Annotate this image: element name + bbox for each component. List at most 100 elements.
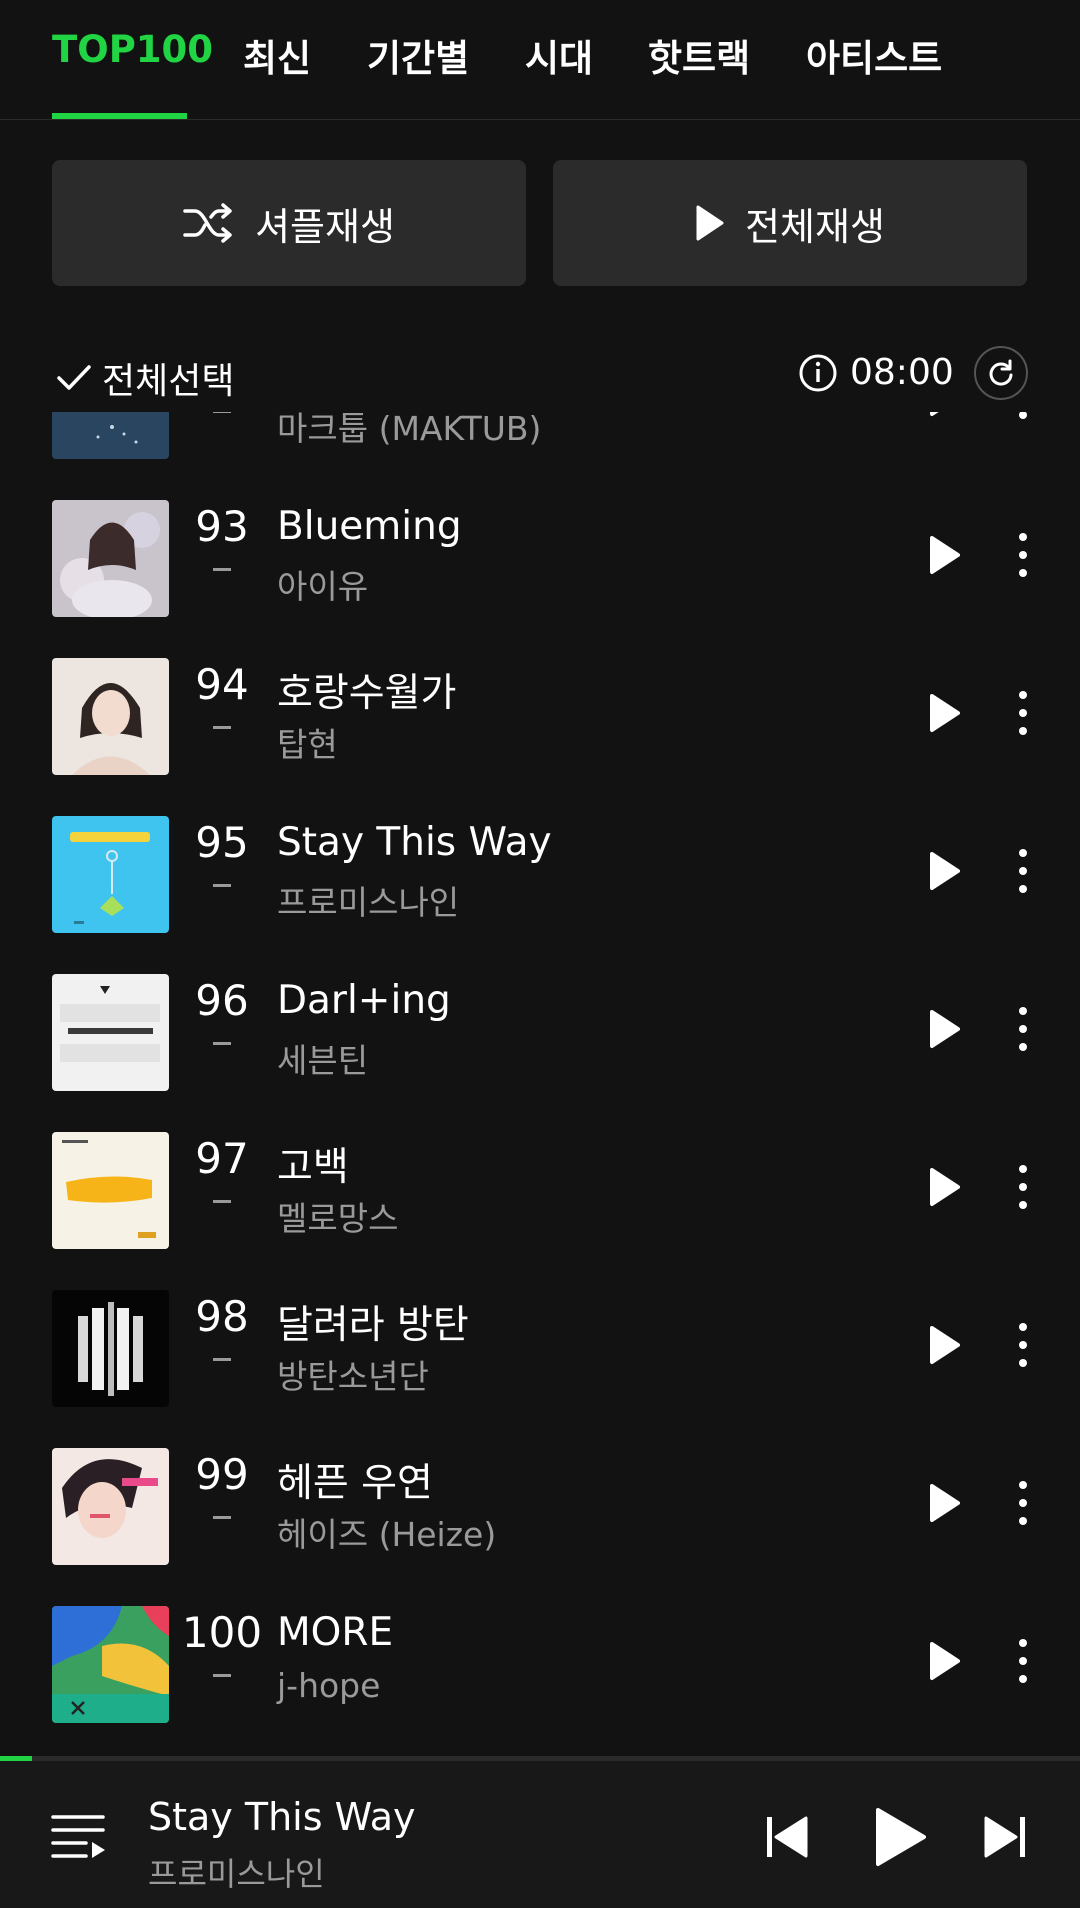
refresh-button[interactable]	[974, 346, 1028, 400]
rank-change-dash	[213, 1674, 231, 1677]
shuffle-play-button[interactable]: 셔플재생	[52, 160, 526, 286]
rank-change-dash	[213, 1358, 231, 1361]
album-cover	[52, 1290, 169, 1407]
more-options-icon[interactable]	[1010, 846, 1036, 896]
song-row[interactable]: 96 Darl+ing 세븐틴	[0, 946, 1080, 1104]
album-cover-portrait-icon	[52, 658, 169, 775]
select-all-label: 전체선택	[102, 361, 235, 402]
song-row[interactable]: 마크툽 (MAKTUB)	[0, 412, 1080, 472]
song-row[interactable]: 98 달려라 방탄 방탄소년단	[0, 1262, 1080, 1420]
play-icon[interactable]	[920, 1164, 966, 1210]
play-icon[interactable]	[872, 1805, 928, 1869]
song-row[interactable]: 95 Stay This Way 프로미스나인	[0, 788, 1080, 946]
album-cover	[52, 658, 169, 775]
rank-number: 98	[195, 1292, 249, 1341]
rank-change-dash	[213, 726, 231, 729]
song-artist: 아이유	[277, 567, 369, 606]
active-tab-indicator	[52, 113, 187, 119]
tab-artist[interactable]: 아티스트	[806, 28, 942, 82]
more-options-icon[interactable]	[1010, 1320, 1036, 1370]
album-cover-proof-icon	[52, 1290, 169, 1407]
tab-era[interactable]: 시대	[525, 28, 593, 82]
rank-number: 95	[195, 818, 249, 867]
more-options-icon[interactable]	[1010, 530, 1036, 580]
song-artist: 멜로망스	[277, 1199, 399, 1238]
song-row[interactable]: 93 Blueming 아이유	[0, 472, 1080, 630]
play-icon[interactable]	[920, 412, 966, 420]
album-cover-face-the-sun-icon	[52, 974, 169, 1091]
song-artist: j-hope	[277, 1666, 381, 1705]
rank-number: 93	[195, 502, 249, 551]
song-row[interactable]: 99 헤픈 우연 헤이즈 (Heize)	[0, 1420, 1080, 1578]
song-artist: 헤이즈 (Heize)	[277, 1515, 497, 1554]
song-artist: 세븐틴	[277, 1041, 369, 1080]
rank-number: 100	[181, 1608, 263, 1657]
shuffle-icon	[183, 203, 232, 243]
more-options-icon[interactable]	[1010, 1478, 1036, 1528]
album-cover-portrait-floral-icon	[52, 500, 169, 617]
tab-hottrack[interactable]: 핫트랙	[648, 28, 750, 82]
song-list[interactable]: 마크툽 (MAKTUB) 93 Blueming 아이유 94 호랑수월가 탑현…	[0, 412, 1080, 1756]
more-options-icon[interactable]	[1010, 412, 1036, 422]
play-all-button[interactable]: 전체재생	[553, 160, 1027, 286]
album-cover-more-icon	[52, 1606, 169, 1723]
top-tab-bar: TOP100 최신 기간별 시대 핫트랙 아티스트	[0, 0, 1080, 120]
more-options-icon[interactable]	[1010, 1636, 1036, 1686]
select-all-toggle[interactable]: 전체선택	[56, 352, 234, 404]
shuffle-play-label: 셔플재생	[255, 204, 395, 249]
rank-change-dash	[213, 884, 231, 887]
play-icon[interactable]	[920, 1638, 966, 1684]
album-cover-happen-icon	[52, 1448, 169, 1565]
song-artist: 방탄소년단	[277, 1357, 429, 1396]
playlist-icon[interactable]	[50, 1811, 106, 1863]
song-title: Stay This Way	[277, 820, 552, 865]
next-track-icon[interactable]	[982, 1813, 1028, 1861]
song-title: Blueming	[277, 504, 462, 549]
song-title: Darl+ing	[277, 978, 451, 1023]
rank-change-dash	[213, 1516, 231, 1519]
song-artist: 탑현	[277, 725, 338, 764]
tab-period[interactable]: 기간별	[367, 28, 469, 82]
song-row[interactable]: 97 고백 멜로망스	[0, 1104, 1080, 1262]
song-title: 달려라 방탄	[277, 1303, 469, 1348]
song-title: MORE	[277, 1610, 394, 1655]
album-cover	[52, 974, 169, 1091]
now-playing-title[interactable]: Stay This Way	[148, 1795, 416, 1839]
song-row[interactable]: 100 MORE j-hope	[0, 1578, 1080, 1736]
play-icon[interactable]	[920, 1006, 966, 1052]
more-options-icon[interactable]	[1010, 1162, 1036, 1212]
previous-track-icon[interactable]	[764, 1813, 810, 1861]
rank-number: 94	[195, 660, 249, 709]
chart-update-time[interactable]: 08:00	[798, 352, 954, 393]
checkmark-icon	[57, 365, 91, 390]
mini-player[interactable]: Stay This Way 프로미스나인	[0, 1761, 1080, 1908]
play-icon[interactable]	[920, 532, 966, 578]
album-cover	[52, 816, 169, 933]
play-icon[interactable]	[920, 690, 966, 736]
play-icon[interactable]	[920, 848, 966, 894]
rank-number: 97	[195, 1134, 249, 1183]
album-cover	[52, 1448, 169, 1565]
album-cover	[52, 1132, 169, 1249]
rank-change-dash	[213, 1200, 231, 1203]
tab-top100[interactable]: TOP100	[52, 28, 213, 71]
list-toolbar: 전체선택 08:00	[0, 340, 1080, 410]
info-icon	[799, 354, 837, 391]
song-title: 고백	[277, 1145, 349, 1190]
now-playing-artist[interactable]: 프로미스나인	[148, 1849, 325, 1895]
album-cover-yellow-stroke-icon	[52, 1132, 169, 1249]
song-title: 헤픈 우연	[277, 1461, 433, 1506]
more-options-icon[interactable]	[1010, 688, 1036, 738]
tab-latest[interactable]: 최신	[243, 28, 311, 82]
album-cover-night-sea-icon	[52, 412, 169, 459]
song-artist: 마크툽 (MAKTUB)	[277, 412, 542, 448]
play-icon[interactable]	[920, 1480, 966, 1526]
rank-change-dash	[213, 412, 231, 413]
play-icon[interactable]	[920, 1322, 966, 1368]
update-time-text: 08:00	[850, 352, 954, 393]
song-row[interactable]: 94 호랑수월가 탑현	[0, 630, 1080, 788]
play-all-label: 전체재생	[745, 204, 885, 249]
more-options-icon[interactable]	[1010, 1004, 1036, 1054]
rank-change-dash	[213, 568, 231, 571]
album-cover-memento-box-icon	[52, 816, 169, 933]
